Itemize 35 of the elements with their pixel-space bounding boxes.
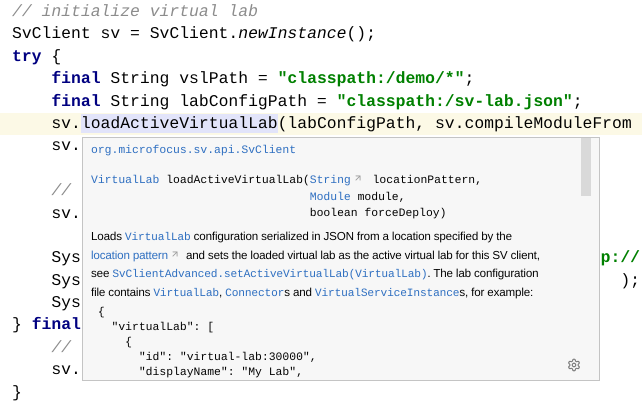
description-text: Loads VirtualLab configuration serialized in JSON from a location specified by the location pattern and sets the loaded virtual lab as the active virtual lab for this SV client, see SvClientAdvanced.setActiveVirtualLab(VirtualLab). The lab configuration file contains VirtualLab, Connectors and VirtualServiceInstances, for example: bbox=[91, 228, 541, 302]
external-link[interactable]: String bbox=[310, 175, 366, 187]
code-line: Sys bbox=[50, 292, 81, 314]
type-link[interactable]: Module bbox=[310, 192, 351, 204]
code-line: SvClient sv = SvClient.newInstance(); bbox=[12, 23, 376, 46]
code-fragment: ); bbox=[620, 270, 641, 292]
code-line: sv. bbox=[50, 135, 81, 158]
code-line: } final bbox=[12, 314, 81, 336]
scrollbar-thumb[interactable] bbox=[581, 138, 591, 196]
code-link[interactable]: VirtualLab bbox=[124, 232, 191, 244]
code-example: { "virtualLab": [ { "id": "virtual-lab:30000", "displayName": "My Lab", bbox=[96, 306, 318, 380]
code-link[interactable]: VirtualLab bbox=[153, 288, 219, 300]
code-link[interactable]: VirtualServiceInstance bbox=[314, 288, 460, 300]
type-link[interactable]: VirtualLab bbox=[91, 175, 160, 187]
code-line: final String vslPath = "classpath:/demo/*"; bbox=[50, 68, 474, 90]
code-line: // bbox=[50, 180, 72, 202]
code-line: Sys bbox=[50, 247, 81, 270]
code-line: Sys bbox=[50, 270, 81, 292]
code-link[interactable]: SvClientAdvanced.setActiveVirtualLab(VirtualLab) bbox=[112, 268, 428, 280]
code-line: sv. bbox=[50, 202, 81, 225]
code-line: // bbox=[50, 336, 72, 359]
code-fragment: p:// bbox=[600, 247, 641, 270]
code-line: try { bbox=[12, 46, 62, 68]
settings-icon[interactable] bbox=[567, 358, 581, 372]
code-line: } bbox=[12, 382, 22, 404]
external-link-icon bbox=[352, 173, 363, 183]
package-name: org.microfocus.sv.api.SvClient bbox=[91, 144, 298, 159]
external-link-icon bbox=[170, 248, 180, 258]
code-line: // initialize virtual lab bbox=[12, 1, 258, 23]
external-link[interactable]: location pattern bbox=[91, 248, 183, 262]
code-line: final String labConfigPath = "classpath:/sv-lab.json"; bbox=[50, 90, 583, 113]
code-link[interactable]: Connector bbox=[225, 288, 284, 300]
method-signature: VirtualLab loadActiveVirtualLab(String locationPattern, Module module, boolean forceDeploy) bbox=[91, 173, 483, 222]
code-line: sv.loadActiveVirtualLab(labConfigPath, sv.compileModuleFrom bbox=[50, 112, 632, 135]
code-line: sv. bbox=[50, 359, 81, 382]
